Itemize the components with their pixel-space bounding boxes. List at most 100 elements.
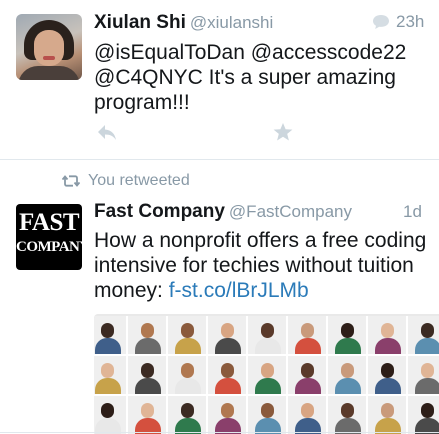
portrait-torso	[215, 378, 241, 394]
retweet-banner: You retweeted	[61, 172, 190, 190]
portrait-torso	[215, 338, 241, 354]
tweet-timestamp[interactable]: 23h	[396, 12, 424, 32]
portrait-torso	[135, 338, 161, 354]
media-portrait-cell	[128, 356, 168, 396]
reply-bubble-icon	[373, 15, 389, 29]
portrait-head	[101, 323, 114, 338]
tweet-text-line: How a nonprofit offers a free coding	[94, 229, 427, 252]
portrait-head	[221, 363, 234, 378]
media-portrait-cell	[168, 396, 208, 434]
bottom-divider	[0, 432, 439, 433]
portrait-torso	[175, 338, 201, 354]
media-portrait-cell	[288, 356, 328, 396]
portrait-torso	[335, 378, 361, 394]
media-portrait-cell	[128, 396, 168, 434]
avatar-logo-text: FAST	[18, 209, 80, 236]
portrait-head	[221, 403, 234, 418]
portrait-torso	[415, 338, 439, 354]
avatar-shoulders	[18, 66, 80, 80]
media-portrait-cell	[368, 396, 408, 434]
portrait-head	[341, 403, 354, 418]
portrait-torso	[375, 378, 401, 394]
portrait-head	[301, 363, 314, 378]
media-portrait-cell	[208, 316, 248, 356]
media-portrait-cell	[368, 356, 408, 396]
tweet-text-line: @isEqualToDan @accesscode22	[94, 41, 407, 64]
tweet-text-line: money: f-st.co/lBrJLMb	[94, 278, 426, 303]
portrait-head	[141, 403, 154, 418]
portrait-head	[261, 323, 274, 338]
portrait-head	[381, 323, 394, 338]
avatar-face	[34, 30, 64, 66]
portrait-head	[261, 363, 274, 378]
portrait-head	[301, 323, 314, 338]
media-portrait-cell	[248, 316, 288, 356]
tweet-header: Fast Company @FastCompany	[94, 201, 352, 223]
media-portrait-cell	[128, 316, 168, 356]
tweet-text: How a nonprofit offers a free coding int…	[94, 228, 426, 303]
portrait-head	[141, 323, 154, 338]
portrait-head	[341, 323, 354, 338]
media-portrait-cell	[168, 356, 208, 396]
display-name[interactable]: Fast Company	[94, 201, 225, 222]
portrait-head	[101, 403, 114, 418]
user-handle[interactable]: @FastCompany	[229, 202, 352, 221]
tweet-text-line: intensive for techies without tuition	[94, 254, 414, 277]
portrait-torso	[415, 378, 439, 394]
media-portrait-cell	[328, 356, 368, 396]
user-handle[interactable]: @xiulanshi	[190, 13, 273, 32]
media-portrait-cell	[94, 356, 128, 396]
tweet-xiulan-shi[interactable]: Xiulan Shi @xiulanshi 23h @isEqualToDan @…	[0, 0, 439, 158]
media-portrait-cell	[408, 396, 439, 434]
tweet-header: Xiulan Shi @xiulanshi	[94, 12, 273, 34]
reply-icon	[98, 125, 116, 140]
media-portrait-cell	[248, 356, 288, 396]
avatar[interactable]	[16, 14, 82, 80]
tweet-timestamp[interactable]: 1d	[403, 202, 422, 222]
media-portrait-cell	[328, 396, 368, 434]
reply-button[interactable]	[96, 122, 118, 142]
portrait-torso	[295, 378, 321, 394]
media-portrait-cell	[288, 316, 328, 356]
portrait-head	[341, 363, 354, 378]
media-portrait-cell	[168, 316, 208, 356]
media-portrait-cell	[368, 316, 408, 356]
portrait-head	[301, 403, 314, 418]
media-portrait-cell	[408, 356, 439, 396]
tweet-media-image[interactable]	[94, 314, 439, 434]
tweet-link[interactable]: f-st.co/lBrJLMb	[169, 279, 309, 302]
media-portrait-cell	[328, 316, 368, 356]
media-portrait-cell	[288, 396, 328, 434]
media-portrait-cell	[248, 396, 288, 434]
portrait-torso	[135, 378, 161, 394]
tweet-text-line: program!!!	[94, 91, 190, 114]
portrait-torso	[335, 338, 361, 354]
portrait-head	[261, 403, 274, 418]
media-portrait-cell	[94, 316, 128, 356]
portrait-head	[181, 403, 194, 418]
portrait-torso	[375, 338, 401, 354]
media-portrait-cell	[94, 396, 128, 434]
portrait-torso	[95, 378, 121, 394]
avatar-logo-text: COMPANY	[16, 239, 90, 255]
portrait-head	[181, 363, 194, 378]
display-name[interactable]: Xiulan Shi	[94, 12, 186, 33]
media-portrait-cell	[208, 356, 248, 396]
tweet-text: @isEqualToDan @accesscode22 @C4QNYC It's…	[94, 40, 406, 115]
portrait-torso	[255, 378, 281, 394]
portrait-torso	[95, 338, 121, 354]
avatar[interactable]: FAST COMPANY	[16, 204, 90, 270]
portrait-head	[381, 403, 394, 418]
media-portrait-cell	[208, 396, 248, 434]
portrait-head	[421, 403, 434, 418]
favorite-button[interactable]	[272, 122, 294, 142]
portrait-head	[221, 323, 234, 338]
tweet-divider	[0, 159, 439, 160]
portrait-head	[421, 323, 434, 338]
portrait-torso	[255, 338, 281, 354]
media-portrait-cell	[408, 316, 439, 356]
avatar-lips	[43, 56, 55, 60]
portrait-head	[181, 323, 194, 338]
tweet-text-prefix: money:	[94, 279, 169, 302]
retweet-label: You retweeted	[88, 172, 190, 189]
